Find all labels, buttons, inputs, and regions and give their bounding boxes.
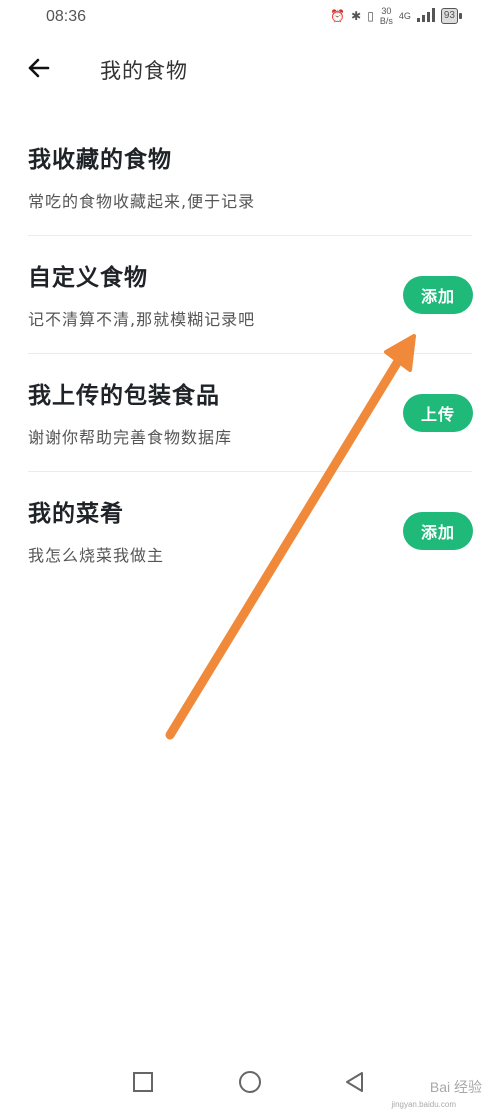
baidu-watermark: Bai 经验 xyxy=(429,1079,482,1095)
item-subtitle: 常吃的食物收藏起来,便于记录 xyxy=(28,192,256,211)
item-title: 我的菜肴 xyxy=(28,501,124,527)
food-menu-list: 我收藏的食物 常吃的食物收藏起来,便于记录 自定义食物 记不清算不清,那就模糊记… xyxy=(0,118,500,590)
recents-square-icon xyxy=(133,1072,153,1092)
list-item-uploaded-packaged-food[interactable]: 我上传的包装食品 谢谢你帮助完善食物数据库 上传 xyxy=(28,354,473,472)
net-speed-unit: B/s xyxy=(379,16,393,26)
recents-button[interactable] xyxy=(130,1069,156,1095)
item-title: 我收藏的食物 xyxy=(28,147,172,173)
item-title: 我上传的包装食品 xyxy=(28,383,220,409)
list-item-favorite-foods[interactable]: 我收藏的食物 常吃的食物收藏起来,便于记录 xyxy=(28,118,472,236)
baidu-watermark-url: jingyan.baidu.com xyxy=(391,1100,456,1109)
status-time: 08:36 xyxy=(46,8,87,25)
vibrate-icon: ▯ xyxy=(367,9,374,23)
page-title: 我的食物 xyxy=(100,59,188,83)
back-nav-button[interactable] xyxy=(342,1069,368,1095)
system-nav-bar: Bai 经验 jingyan.baidu.com xyxy=(0,1055,500,1111)
signal-icon xyxy=(416,7,435,25)
arrow-left-icon xyxy=(28,58,50,78)
add-custom-food-button[interactable]: 添加 xyxy=(403,276,473,314)
upload-packaged-food-button[interactable]: 上传 xyxy=(403,394,473,432)
item-subtitle: 谢谢你帮助完善食物数据库 xyxy=(28,428,233,447)
home-button[interactable] xyxy=(237,1069,263,1095)
list-item-my-dishes[interactable]: 我的菜肴 我怎么烧菜我做主 添加 xyxy=(28,472,473,590)
item-subtitle: 记不清算不清,那就模糊记录吧 xyxy=(28,310,256,329)
home-circle-icon xyxy=(239,1071,261,1093)
back-triangle-icon xyxy=(346,1072,363,1092)
status-bar: 08:36 ⏰ ✱ ▯ 30 B/s 4G 93 xyxy=(0,0,500,36)
item-subtitle: 我怎么烧菜我做主 xyxy=(28,546,165,565)
add-dish-button[interactable]: 添加 xyxy=(403,512,473,550)
alarm-icon: ⏰ xyxy=(330,9,346,23)
net-speed: 30 B/s xyxy=(380,6,393,26)
list-item-custom-food[interactable]: 自定义食物 记不清算不清,那就模糊记录吧 添加 xyxy=(28,236,473,354)
battery-indicator: 93 xyxy=(440,8,463,24)
app-header: 我的食物 xyxy=(0,44,500,92)
bluetooth-icon: ✱ xyxy=(351,9,362,23)
item-title: 自定义食物 xyxy=(28,265,148,291)
net-speed-value: 30 xyxy=(381,6,392,16)
back-button[interactable] xyxy=(26,54,54,82)
network-type: 4G xyxy=(398,11,411,21)
status-icons: ⏰ ✱ ▯ 30 B/s 4G 93 xyxy=(330,6,463,26)
